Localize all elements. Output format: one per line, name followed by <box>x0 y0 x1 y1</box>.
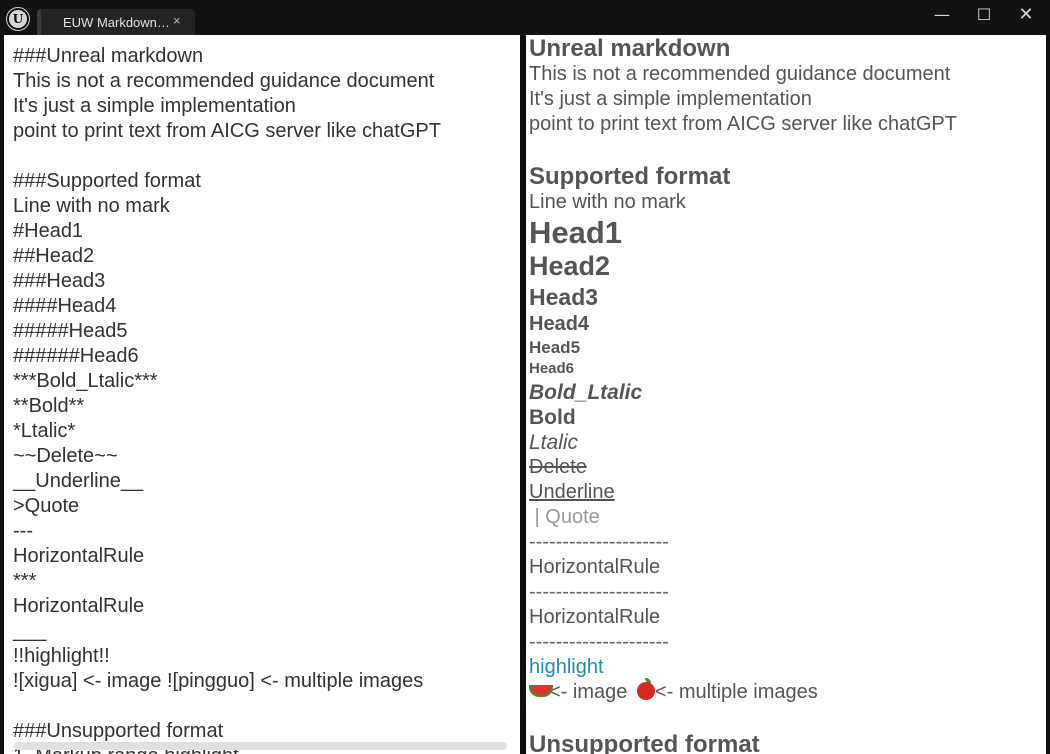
source-line: ####Head4 <box>13 295 117 317</box>
source-lines: ###Unreal markdown This is not a recommen… <box>13 44 441 754</box>
source-line: --- <box>13 520 33 542</box>
bold-sample: Bold <box>529 406 576 429</box>
preview-intro-3: point to print text from AICG server lik… <box>529 113 957 135</box>
source-line: ###Unsupported format <box>13 720 224 742</box>
source-line: #####Head5 <box>13 320 128 342</box>
source-line: ##Head2 <box>13 245 95 267</box>
source-line: HorizontalRule <box>13 595 145 617</box>
source-line: ###Head3 <box>13 270 106 292</box>
tab-label: EUW Markdown… <box>63 15 170 30</box>
preview-intro-2: It's just a simple implementation <box>529 88 812 110</box>
supported-format-heading: Supported format <box>529 163 731 190</box>
bold-italic-sample: Bold_Ltalic <box>529 381 643 404</box>
source-line: *** <box>13 570 37 592</box>
image-text-1: <- image <box>549 681 633 703</box>
head4-sample: Head4 <box>529 313 590 335</box>
source-line: This is not a recommended guidance docum… <box>13 70 435 92</box>
horizontal-rule-3: --------------------- <box>529 631 669 653</box>
source-line: ~~Delete~~ <box>13 445 118 467</box>
head3-sample: Head3 <box>529 284 599 310</box>
plain-line: Line with no mark <box>529 191 686 213</box>
apple-icon <box>636 678 655 700</box>
horizontal-rule-2: --------------------- <box>529 581 669 603</box>
preview-intro-1: This is not a recommended guidance docum… <box>529 63 951 85</box>
markdown-preview: Unreal markdown This is not a recommende… <box>526 35 1046 754</box>
source-line: *Ltalic* <box>13 420 76 442</box>
image-line: <- image <- multiple images <box>529 678 957 705</box>
maximize-button[interactable]: ☐ <box>973 4 995 26</box>
underline-sample: Underline <box>529 481 615 503</box>
source-line <box>13 694 441 719</box>
image-text-2: <- multiple images <box>654 681 818 703</box>
source-line: #Head1 <box>13 220 84 242</box>
source-line: ![xigua] <- image ![pingguo] <- multiple… <box>13 670 424 692</box>
tab-accent <box>37 9 41 35</box>
source-line: Line with no mark <box>13 195 170 217</box>
source-line: >Quote <box>13 495 80 517</box>
hr-label-2: HorizontalRule <box>529 606 661 628</box>
unreal-logo-icon: U <box>7 8 29 30</box>
head6-sample: Head6 <box>529 360 575 377</box>
head5-sample: Head5 <box>529 338 581 357</box>
source-line: point to print text from AICG server lik… <box>13 120 441 142</box>
tab-euw-markdown[interactable]: EUW Markdown… × <box>37 9 195 35</box>
preview-title: Unreal markdown <box>529 35 731 62</box>
horizontal-rule-1: --------------------- <box>529 531 669 553</box>
watermelon-icon <box>529 685 553 699</box>
tab-close-icon[interactable]: × <box>173 13 181 28</box>
head2-sample: Head2 <box>529 251 611 281</box>
source-line: ***Bold_Ltalic*** <box>13 370 158 392</box>
markdown-source-editor[interactable]: ###Unreal markdown This is not a recommen… <box>4 35 520 754</box>
source-line: It's just a simple implementation <box>13 95 296 117</box>
head1-sample: Head1 <box>529 215 623 250</box>
source-line: ___ <box>13 620 47 642</box>
source-line: ###Unreal markdown <box>13 45 204 67</box>
source-line: ###Supported format <box>13 170 201 192</box>
delete-sample: Delete <box>529 456 587 478</box>
highlight-sample: highlight <box>529 656 604 678</box>
quote-sample: | Quote <box>529 506 600 528</box>
source-line <box>13 144 441 169</box>
source-line: ######Head6 <box>13 345 139 367</box>
source-line: !!highlight!! <box>13 645 110 667</box>
minimize-button[interactable]: — <box>931 4 953 26</box>
italic-sample: Ltalic <box>529 431 579 454</box>
title-bar: U EUW Markdown… × — ☐ ✕ <box>0 0 1050 35</box>
unsupported-format-heading: Unsupported format <box>529 731 760 754</box>
source-line: __Underline__ <box>13 470 144 492</box>
source-line: **Bold** <box>13 395 85 417</box>
close-button[interactable]: ✕ <box>1015 4 1037 26</box>
hr-label-1: HorizontalRule <box>529 556 661 578</box>
source-line: HorizontalRule <box>13 545 145 567</box>
horizontal-scrollbar[interactable] <box>14 742 507 750</box>
